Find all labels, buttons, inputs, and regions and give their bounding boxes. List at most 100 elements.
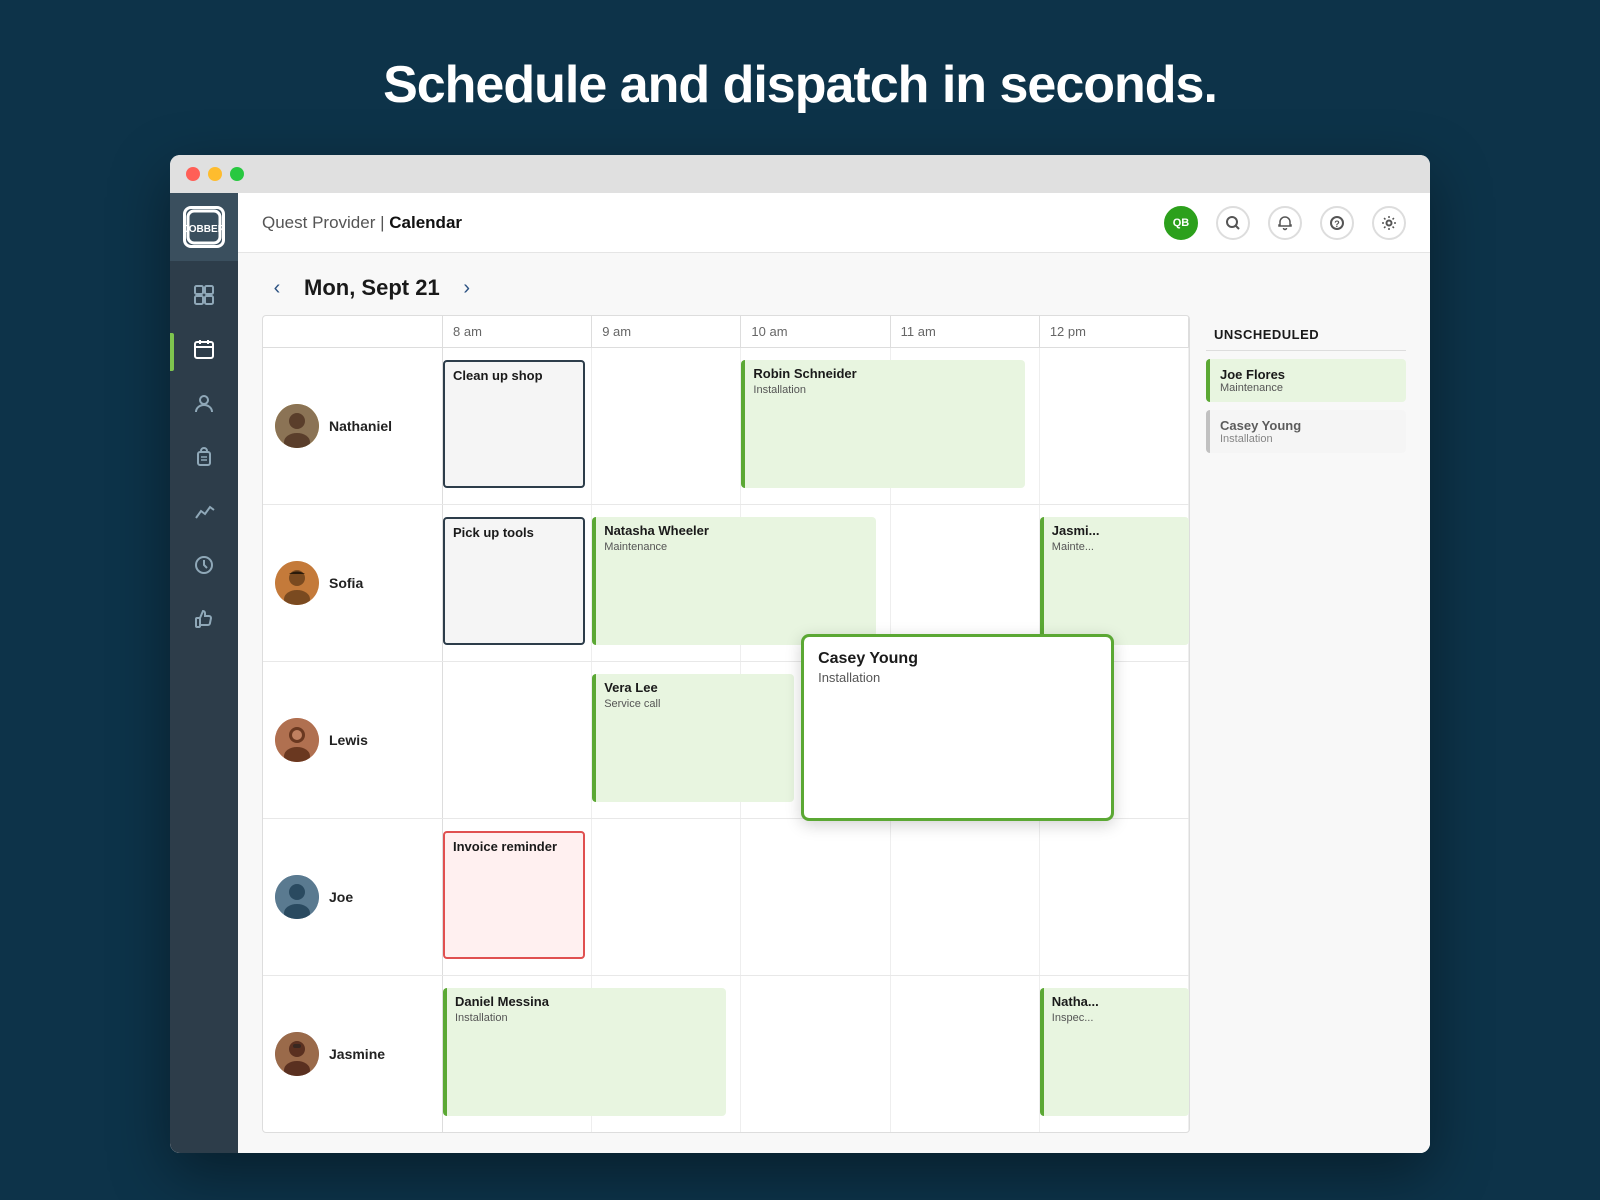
time-cells-jasmine: Daniel Messina Installation Natha... Ins… xyxy=(443,976,1189,1132)
event-title: Pick up tools xyxy=(453,525,575,542)
clients-icon xyxy=(193,392,215,420)
time-cell xyxy=(891,976,1040,1132)
time-icon xyxy=(193,554,215,582)
time-cell xyxy=(741,819,890,975)
event-natha-inspect[interactable]: Natha... Inspec... xyxy=(1040,988,1189,1116)
time-header: 8 am 9 am 10 am 11 am 12 pm xyxy=(263,316,1189,348)
browser-window: JOBBER xyxy=(170,155,1430,1153)
dot-yellow[interactable] xyxy=(208,167,222,181)
event-casey-young-floating[interactable]: Casey Young Installation xyxy=(801,634,1114,821)
table-row: Joe Invoice reminder xyxy=(263,819,1189,976)
event-daniel-messina[interactable]: Daniel Messina Installation xyxy=(443,988,726,1116)
event-title: Clean up shop xyxy=(453,368,575,385)
time-cell xyxy=(1040,348,1189,504)
page-title: Schedule and dispatch in seconds. xyxy=(383,55,1217,115)
avatar xyxy=(275,875,319,919)
unscheduled-card-sub: Maintenance xyxy=(1220,382,1396,394)
event-title: Vera Lee xyxy=(604,680,785,697)
event-subtitle: Installation xyxy=(455,1011,718,1025)
calendar-grid: 8 am 9 am 10 am 11 am 12 pm xyxy=(262,315,1190,1133)
person-name: Lewis xyxy=(329,732,368,748)
quickbooks-button[interactable]: QB xyxy=(1164,206,1198,240)
dot-red[interactable] xyxy=(186,167,200,181)
time-cell xyxy=(592,819,741,975)
prev-day-button[interactable]: ‹ xyxy=(262,273,292,303)
settings-button[interactable] xyxy=(1372,206,1406,240)
sidebar-item-clients[interactable] xyxy=(170,379,238,433)
time-cols: 8 am 9 am 10 am 11 am 12 pm xyxy=(443,316,1189,347)
logo-inner: JOBBER xyxy=(183,206,225,248)
event-title: Natha... xyxy=(1052,994,1181,1011)
svg-text:JOBBER: JOBBER xyxy=(186,224,222,235)
unscheduled-card-joe-flores[interactable]: Joe Flores Maintenance xyxy=(1206,359,1406,402)
time-10am: 10 am xyxy=(741,316,890,347)
event-subtitle: Service call xyxy=(604,697,785,711)
sidebar-item-jobs[interactable] xyxy=(170,433,238,487)
svg-text:?: ? xyxy=(1334,219,1340,229)
search-button[interactable] xyxy=(1216,206,1250,240)
dot-green[interactable] xyxy=(230,167,244,181)
event-invoice-reminder[interactable]: Invoice reminder xyxy=(443,831,585,959)
avatar xyxy=(275,1032,319,1076)
reports-icon xyxy=(193,500,215,528)
event-robin-schneider[interactable]: Robin Schneider Installation xyxy=(741,360,1024,488)
dashboard-icon xyxy=(193,284,215,312)
person-name: Nathaniel xyxy=(329,418,392,434)
sidebar-item-reviews[interactable] xyxy=(170,595,238,649)
event-pick-up-tools[interactable]: Pick up tools xyxy=(443,517,585,645)
time-9am: 9 am xyxy=(592,316,741,347)
table-row: Nathaniel Clean up shop xyxy=(263,348,1189,505)
time-cells-lewis: Vera Lee Service call Casey Young Instal… xyxy=(443,662,1189,818)
time-cells-nathaniel: Clean up shop Robin Schneider Installati… xyxy=(443,348,1189,504)
event-vera-lee[interactable]: Vera Lee Service call xyxy=(592,674,793,802)
time-8am: 8 am xyxy=(443,316,592,347)
sidebar-item-reports[interactable] xyxy=(170,487,238,541)
event-clean-up-shop[interactable]: Clean up shop xyxy=(443,360,585,488)
time-cell xyxy=(1040,819,1189,975)
jobs-icon xyxy=(193,446,215,474)
time-cell xyxy=(443,662,592,818)
person-cell-joe: Joe xyxy=(263,819,443,975)
avatar xyxy=(275,404,319,448)
event-title: Invoice reminder xyxy=(453,839,575,856)
time-cell xyxy=(891,819,1040,975)
unscheduled-title: UNSCHEDULED xyxy=(1206,315,1406,351)
unscheduled-card-casey-young[interactable]: Casey Young Installation xyxy=(1206,410,1406,453)
main-content: Quest Provider | Calendar QB xyxy=(238,193,1430,1153)
sidebar-logo[interactable]: JOBBER xyxy=(170,193,238,261)
table-row: Lewis Vera Lee xyxy=(263,662,1189,819)
top-bar: Quest Provider | Calendar QB xyxy=(238,193,1430,253)
app-layout: JOBBER xyxy=(170,193,1430,1153)
person-cell-jasmine: Jasmine xyxy=(263,976,443,1132)
event-subtitle: Installation xyxy=(753,383,1016,397)
unscheduled-card-title: Casey Young xyxy=(1220,418,1396,433)
event-subtitle: Installation xyxy=(818,670,1097,687)
top-bar-icons: QB xyxy=(1164,206,1406,240)
sidebar-item-calendar[interactable] xyxy=(170,325,238,379)
sidebar-item-dashboard[interactable] xyxy=(170,271,238,325)
provider-name: Quest Provider xyxy=(262,213,375,232)
avatar xyxy=(275,561,319,605)
calendar-header: ‹ Mon, Sept 21 › xyxy=(238,253,1430,315)
current-page: Calendar xyxy=(389,213,462,232)
person-name: Jasmine xyxy=(329,1046,385,1062)
time-cell xyxy=(741,976,890,1132)
event-jasmine-maintenance[interactable]: Jasmi... Mainte... xyxy=(1040,517,1189,645)
sidebar-item-time[interactable] xyxy=(170,541,238,595)
event-title: Casey Young xyxy=(818,649,1097,670)
calendar-icon xyxy=(193,338,215,366)
avatar xyxy=(275,718,319,762)
person-cell-lewis: Lewis xyxy=(263,662,443,818)
table-row: Jasmine Daniel Messina xyxy=(263,976,1189,1132)
calendar-container: 8 am 9 am 10 am 11 am 12 pm xyxy=(238,315,1430,1153)
event-natasha-wheeler[interactable]: Natasha Wheeler Maintenance xyxy=(592,517,875,645)
grid-body: Nathaniel Clean up shop xyxy=(263,348,1189,1132)
event-title: Daniel Messina xyxy=(455,994,718,1011)
time-cell xyxy=(592,348,741,504)
help-button[interactable]: ? xyxy=(1320,206,1354,240)
thumbs-up-icon xyxy=(193,608,215,636)
next-day-button[interactable]: › xyxy=(452,273,482,303)
notifications-button[interactable] xyxy=(1268,206,1302,240)
date-label: Mon, Sept 21 xyxy=(304,275,440,301)
time-12pm: 12 pm xyxy=(1040,316,1189,347)
